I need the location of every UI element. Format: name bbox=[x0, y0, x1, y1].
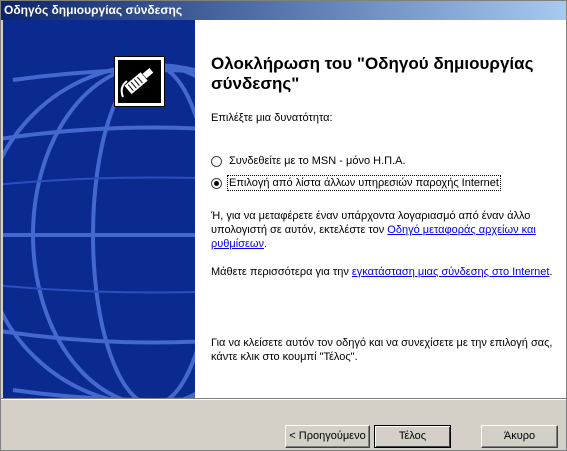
finish-button[interactable]: Τέλος bbox=[374, 425, 451, 448]
option-msn-label[interactable]: Συνδεθείτε με το MSN - μόνο Η.Π.Α. bbox=[229, 155, 406, 167]
page-title: Ολοκλήρωση του "Οδηγού δημιουργίας σύνδε… bbox=[211, 54, 534, 93]
options-prompt: Επιλέξτε μια δυνατότητα: bbox=[211, 112, 333, 124]
radio-msn[interactable] bbox=[211, 155, 222, 167]
globe-graphic bbox=[3, 20, 195, 398]
option-isp-list-label[interactable]: Επιλογή από λίστα άλλων υπηρεσιών παροχή… bbox=[227, 175, 501, 191]
option-msn[interactable]: Συνδεθείτε με το MSN - μόνο Η.Π.Α. bbox=[211, 155, 406, 167]
connection-setup-link[interactable]: εγκατάσταση μιας σύνδεσης στο Internet bbox=[352, 266, 550, 278]
option-isp-list[interactable]: Επιλογή από λίστα άλλων υπηρεσιών παροχή… bbox=[211, 175, 501, 191]
cancel-button[interactable]: Άκυρο bbox=[481, 425, 558, 448]
transfer-paragraph: Ή, για να μεταφέρετε έναν υπάρχοντα λογα… bbox=[211, 209, 556, 251]
wizard-content: Ολοκλήρωση του "Οδηγού δημιουργίας σύνδε… bbox=[195, 20, 566, 398]
learn-paragraph: Μάθετε περισσότερα για την εγκατάσταση μ… bbox=[211, 265, 556, 279]
title-bar: Οδηγός δημιουργίας σύνδεσης bbox=[1, 1, 566, 20]
wizard-window: Οδηγός δημιουργίας σύνδεσης Ολοκλήρωση τ… bbox=[0, 0, 567, 451]
connection-icon bbox=[114, 56, 165, 107]
button-separator bbox=[1, 398, 566, 400]
wizard-side-panel bbox=[3, 20, 195, 398]
back-button[interactable]: < Προηγούμενο bbox=[285, 425, 370, 448]
learn-end: . bbox=[549, 266, 553, 278]
radio-isp-list[interactable] bbox=[211, 177, 222, 189]
learn-text: Μάθετε περισσότερα για την bbox=[211, 266, 349, 278]
finish-instructions: Για να κλείσετε αυτόν τον οδηγό και να σ… bbox=[211, 337, 553, 363]
transfer-end: . bbox=[263, 238, 268, 250]
